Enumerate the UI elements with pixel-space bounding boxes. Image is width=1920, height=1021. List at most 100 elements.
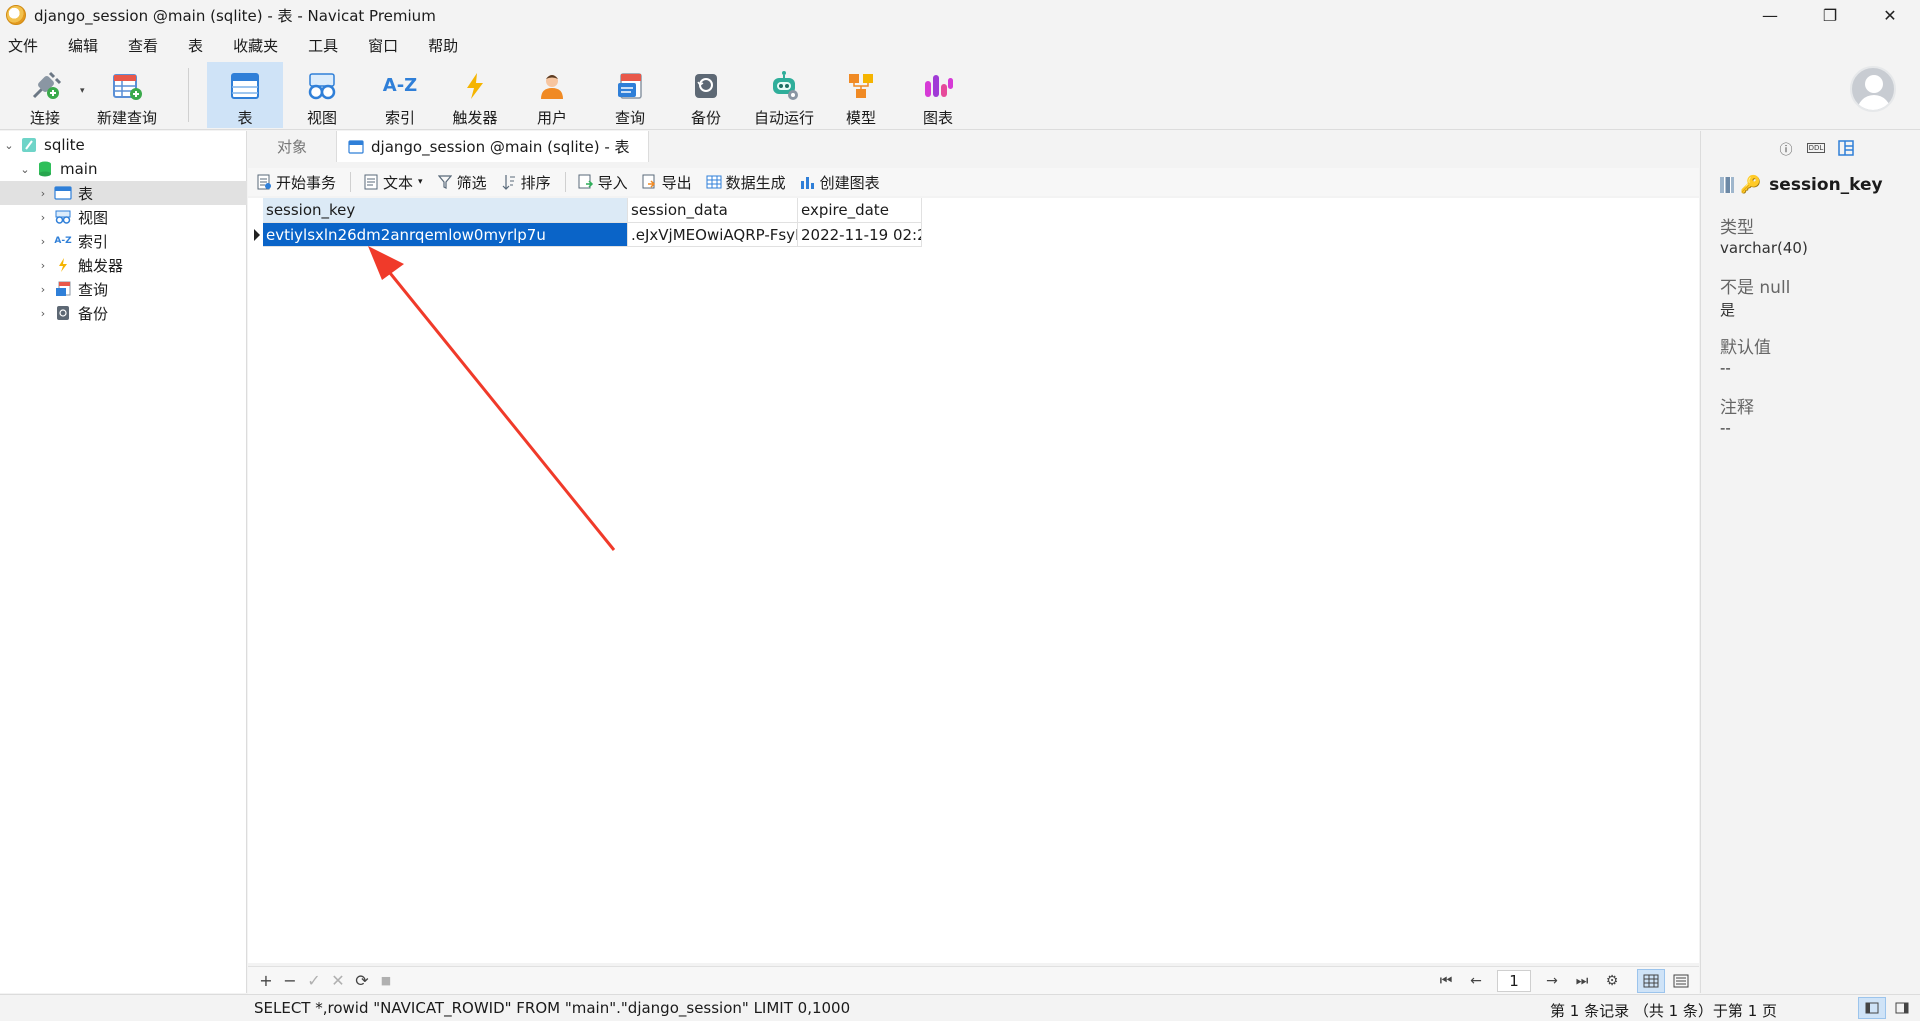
menu-help[interactable]: 帮助 (420, 35, 466, 56)
chevron-right-icon[interactable]: › (36, 235, 50, 248)
stop-button[interactable]: ■ (374, 974, 398, 987)
tree-item-tables[interactable]: › 表 (0, 181, 247, 205)
tree-connection-sqlite[interactable]: ⌄ sqlite (0, 133, 247, 157)
chart-button[interactable]: 图表 (908, 62, 968, 128)
chevron-right-icon[interactable]: › (36, 211, 50, 224)
filter-label: 筛选 (456, 173, 487, 192)
cell-session-data[interactable]: .eJxVjMEOwiAQRP-FsyE (628, 223, 798, 247)
next-page-button[interactable]: → (1537, 973, 1567, 989)
toggle-right-pane-button[interactable] (1888, 997, 1916, 1019)
tree-item-queries[interactable]: › 查询 (0, 277, 247, 301)
toggle-left-pane-button[interactable] (1858, 997, 1886, 1019)
not-null-value: 是 (1720, 301, 1736, 319)
menu-file[interactable]: 文件 (0, 35, 46, 56)
previous-page-button[interactable]: ← (1461, 973, 1491, 989)
table-icon (227, 68, 263, 103)
text-button[interactable]: 文本 ▾ (363, 172, 423, 193)
data-generation-icon (706, 174, 722, 190)
record-count: 第 1 条记录 （共 1 条）于第 1 页 (1550, 1002, 1778, 1020)
refresh-button[interactable]: ⟳ (350, 971, 374, 990)
connect-button[interactable]: 连接 (20, 62, 70, 128)
chevron-right-icon[interactable]: › (36, 259, 50, 272)
tab-django-session[interactable]: django_session @main (sqlite) - 表 (336, 131, 649, 162)
new-query-button[interactable]: 新建查询 (94, 62, 160, 128)
chevron-right-icon[interactable]: › (36, 187, 50, 200)
chevron-right-icon[interactable]: › (36, 307, 50, 320)
user-icon (534, 68, 570, 103)
restore-button[interactable]: ❐ (1800, 0, 1860, 30)
automation-button[interactable]: 自动运行 (750, 62, 818, 128)
column-header-session-data[interactable]: session_data (628, 198, 798, 223)
column-header-expire-date[interactable]: expire_date (798, 198, 922, 223)
index-icon: A-Z (382, 75, 418, 96)
user-avatar[interactable] (1850, 66, 1896, 112)
trigger-button[interactable]: 触发器 (445, 62, 505, 128)
window-controls: — ❐ ✕ (1740, 0, 1920, 30)
menu-favorites[interactable]: 收藏夹 (225, 35, 286, 56)
tree-label: 视图 (78, 208, 109, 227)
table-button[interactable]: 表 (207, 62, 283, 128)
menu-view[interactable]: 查看 (120, 35, 166, 56)
backup-button[interactable]: 备份 (676, 62, 736, 128)
tree-item-backups[interactable]: › 备份 (0, 301, 247, 325)
transaction-icon (256, 174, 272, 190)
close-button[interactable]: ✕ (1860, 0, 1920, 30)
delete-record-button[interactable]: − (278, 971, 302, 990)
menu-edit[interactable]: 编辑 (60, 35, 106, 56)
menu-window[interactable]: 窗口 (360, 35, 406, 56)
cell-expire-date[interactable]: 2022-11-19 02:2 (798, 223, 922, 247)
layout-icon[interactable] (1831, 137, 1861, 159)
form-view-button[interactable] (1667, 969, 1695, 993)
settings-gear-button[interactable]: ⚙ (1597, 973, 1627, 989)
minimize-button[interactable]: — (1740, 0, 1800, 30)
filter-button[interactable]: 筛选 (437, 172, 487, 193)
new-query-label: 新建查询 (96, 109, 157, 127)
not-null-label: 不是 null (1720, 278, 1791, 298)
grid-view-button[interactable] (1637, 969, 1665, 993)
annotation-arrow (368, 246, 616, 551)
chevron-down-icon[interactable]: ⌄ (2, 139, 16, 152)
add-record-button[interactable]: + (254, 971, 278, 990)
first-page-button[interactable]: ⏮ (1431, 973, 1461, 989)
query-label: 查询 (614, 109, 645, 127)
user-button[interactable]: 用户 (522, 62, 582, 128)
page-number-input[interactable]: 1 (1497, 970, 1531, 992)
new-query-icon (109, 68, 145, 103)
window-title: django_session @main (sqlite) - 表 - Navi… (34, 6, 436, 25)
tree-item-indexes[interactable]: › A-Z 索引 (0, 229, 247, 253)
tree-item-triggers[interactable]: › 触发器 (0, 253, 247, 277)
form-view-icon (1673, 974, 1689, 988)
table-icon (54, 185, 72, 201)
import-button[interactable]: 导入 (578, 172, 628, 193)
export-icon (642, 174, 658, 190)
view-button[interactable]: 视图 (292, 62, 352, 128)
query-button[interactable]: 查询 (600, 62, 660, 128)
index-button[interactable]: A-Z 索引 (370, 62, 430, 128)
connect-dropdown-icon[interactable]: ▾ (80, 86, 85, 96)
tree-database-main[interactable]: ⌄ main (0, 157, 247, 181)
create-chart-button[interactable]: 创建图表 (800, 172, 880, 193)
ddl-icon[interactable]: DDL (1801, 137, 1831, 159)
column-header-session-key[interactable]: session_key (263, 198, 628, 223)
export-button[interactable]: 导出 (642, 172, 692, 193)
menu-tools[interactable]: 工具 (300, 35, 346, 56)
tab-label: django_session @main (sqlite) - 表 (371, 138, 630, 156)
tree-item-views[interactable]: › 视图 (0, 205, 247, 229)
query-icon (612, 68, 648, 103)
apply-changes-button[interactable]: ✓ (302, 971, 326, 990)
toolbar-separator (188, 68, 189, 122)
begin-transaction-button[interactable]: 开始事务 (256, 172, 336, 193)
info-icon[interactable]: ⓘ (1771, 137, 1801, 159)
last-page-button[interactable]: ⏭ (1567, 973, 1597, 989)
chevron-down-icon[interactable]: ⌄ (18, 163, 32, 176)
data-generation-button[interactable]: 数据生成 (706, 172, 786, 193)
chevron-down-icon[interactable]: ▾ (418, 177, 423, 187)
cell-session-key[interactable]: evtiylsxln26dm2anrqemlow0myrlp7u (263, 223, 628, 247)
discard-changes-button[interactable]: ✕ (326, 971, 350, 990)
menu-table[interactable]: 表 (180, 35, 211, 56)
chevron-right-icon[interactable]: › (36, 283, 50, 296)
sort-icon (501, 174, 517, 190)
tab-objects[interactable]: 对象 (248, 131, 336, 162)
sort-button[interactable]: 排序 (501, 172, 551, 193)
model-button[interactable]: 模型 (831, 62, 891, 128)
